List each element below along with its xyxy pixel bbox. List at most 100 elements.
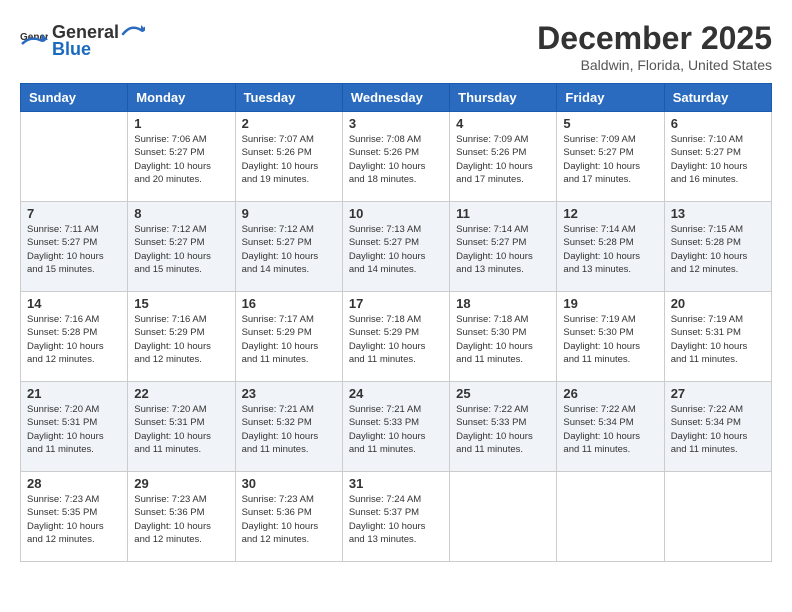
day-info: Sunrise: 7:09 AMSunset: 5:26 PMDaylight:… xyxy=(456,133,550,186)
day-header-sunday: Sunday xyxy=(21,84,128,112)
calendar-cell: 23 Sunrise: 7:21 AMSunset: 5:32 PMDayligh… xyxy=(235,382,342,472)
calendar-cell: 4 Sunrise: 7:09 AMSunset: 5:26 PMDaylight… xyxy=(450,112,557,202)
calendar-cell xyxy=(450,472,557,562)
day-info: Sunrise: 7:14 AMSunset: 5:28 PMDaylight:… xyxy=(563,223,657,276)
day-number: 25 xyxy=(456,386,550,401)
day-header-friday: Friday xyxy=(557,84,664,112)
day-info: Sunrise: 7:09 AMSunset: 5:27 PMDaylight:… xyxy=(563,133,657,186)
day-info: Sunrise: 7:14 AMSunset: 5:27 PMDaylight:… xyxy=(456,223,550,276)
day-header-monday: Monday xyxy=(128,84,235,112)
calendar-cell: 9Sunrise: 7:12 AMSunset: 5:27 PMDaylight… xyxy=(235,202,342,292)
calendar: SundayMondayTuesdayWednesdayThursdayFrid… xyxy=(20,83,772,562)
day-number: 11 xyxy=(456,206,550,221)
day-info: Sunrise: 7:12 AMSunset: 5:27 PMDaylight:… xyxy=(134,223,228,276)
calendar-week-row: 21 Sunrise: 7:20 AMSunset: 5:31 PMDayligh… xyxy=(21,382,772,472)
day-number: 7 xyxy=(27,206,121,221)
calendar-cell: 26 Sunrise: 7:22 AMSunset: 5:34 PMDayligh… xyxy=(557,382,664,472)
day-info: Sunrise: 7:11 AMSunset: 5:27 PMDaylight:… xyxy=(27,223,121,276)
day-info: Sunrise: 7:20 AMSunset: 5:31 PMDaylight:… xyxy=(134,403,228,456)
day-number: 22 xyxy=(134,386,228,401)
calendar-week-row: 1Sunrise: 7:06 AMSunset: 5:27 PMDaylight… xyxy=(21,112,772,202)
calendar-cell: 15Sunrise: 7:16 AMSunset: 5:29 PMDayligh… xyxy=(128,292,235,382)
calendar-cell: 10 Sunrise: 7:13 AMSunset: 5:27 PMDayligh… xyxy=(342,202,449,292)
day-info: Sunrise: 7:16 AMSunset: 5:28 PMDaylight:… xyxy=(27,313,121,366)
day-info: Sunrise: 7:22 AMSunset: 5:34 PMDaylight:… xyxy=(563,403,657,456)
day-number: 28 xyxy=(27,476,121,491)
calendar-cell: 6 Sunrise: 7:10 AMSunset: 5:27 PMDaylight… xyxy=(664,112,771,202)
calendar-cell: 14Sunrise: 7:16 AMSunset: 5:28 PMDayligh… xyxy=(21,292,128,382)
day-number: 1 xyxy=(134,116,228,131)
day-info: Sunrise: 7:23 AMSunset: 5:36 PMDaylight:… xyxy=(242,493,336,546)
day-info: Sunrise: 7:10 AMSunset: 5:27 PMDaylight:… xyxy=(671,133,765,186)
calendar-week-row: 28 Sunrise: 7:23 AMSunset: 5:35 PMDayligh… xyxy=(21,472,772,562)
day-info: Sunrise: 7:18 AMSunset: 5:30 PMDaylight:… xyxy=(456,313,550,366)
calendar-cell xyxy=(557,472,664,562)
day-info: Sunrise: 7:16 AMSunset: 5:29 PMDaylight:… xyxy=(134,313,228,366)
day-info: Sunrise: 7:22 AMSunset: 5:34 PMDaylight:… xyxy=(671,403,765,456)
day-number: 6 xyxy=(671,116,765,131)
day-number: 29 xyxy=(134,476,228,491)
day-number: 4 xyxy=(456,116,550,131)
day-header-saturday: Saturday xyxy=(664,84,771,112)
calendar-cell: 27 Sunrise: 7:22 AMSunset: 5:34 PMDayligh… xyxy=(664,382,771,472)
day-info: Sunrise: 7:22 AMSunset: 5:33 PMDaylight:… xyxy=(456,403,550,456)
day-info: Sunrise: 7:12 AMSunset: 5:27 PMDaylight:… xyxy=(242,223,336,276)
day-number: 19 xyxy=(563,296,657,311)
logo-icon: General xyxy=(20,26,48,54)
day-number: 23 xyxy=(242,386,336,401)
month-title: December 2025 xyxy=(537,20,772,57)
calendar-cell: 31 Sunrise: 7:24 AMSunset: 5:37 PMDayligh… xyxy=(342,472,449,562)
day-info: Sunrise: 7:23 AMSunset: 5:35 PMDaylight:… xyxy=(27,493,121,546)
calendar-cell: 2 Sunrise: 7:07 AMSunset: 5:26 PMDaylight… xyxy=(235,112,342,202)
calendar-cell: 8 Sunrise: 7:12 AMSunset: 5:27 PMDaylight… xyxy=(128,202,235,292)
calendar-cell: 11 Sunrise: 7:14 AMSunset: 5:27 PMDayligh… xyxy=(450,202,557,292)
day-info: Sunrise: 7:07 AMSunset: 5:26 PMDaylight:… xyxy=(242,133,336,186)
calendar-cell: 13Sunrise: 7:15 AMSunset: 5:28 PMDayligh… xyxy=(664,202,771,292)
day-header-wednesday: Wednesday xyxy=(342,84,449,112)
day-number: 16 xyxy=(242,296,336,311)
day-number: 10 xyxy=(349,206,443,221)
day-number: 20 xyxy=(671,296,765,311)
day-number: 3 xyxy=(349,116,443,131)
day-number: 2 xyxy=(242,116,336,131)
day-number: 8 xyxy=(134,206,228,221)
title-area: December 2025 Baldwin, Florida, United S… xyxy=(537,20,772,73)
day-number: 31 xyxy=(349,476,443,491)
day-info: Sunrise: 7:20 AMSunset: 5:31 PMDaylight:… xyxy=(27,403,121,456)
calendar-cell: 7 Sunrise: 7:11 AMSunset: 5:27 PMDaylight… xyxy=(21,202,128,292)
day-number: 27 xyxy=(671,386,765,401)
calendar-cell: 29 Sunrise: 7:23 AMSunset: 5:36 PMDayligh… xyxy=(128,472,235,562)
day-info: Sunrise: 7:18 AMSunset: 5:29 PMDaylight:… xyxy=(349,313,443,366)
calendar-cell: 30Sunrise: 7:23 AMSunset: 5:36 PMDayligh… xyxy=(235,472,342,562)
calendar-week-row: 14Sunrise: 7:16 AMSunset: 5:28 PMDayligh… xyxy=(21,292,772,382)
calendar-cell: 21 Sunrise: 7:20 AMSunset: 5:31 PMDayligh… xyxy=(21,382,128,472)
day-number: 13 xyxy=(671,206,765,221)
day-info: Sunrise: 7:13 AMSunset: 5:27 PMDaylight:… xyxy=(349,223,443,276)
day-info: Sunrise: 7:24 AMSunset: 5:37 PMDaylight:… xyxy=(349,493,443,546)
day-number: 17 xyxy=(349,296,443,311)
day-number: 18 xyxy=(456,296,550,311)
calendar-cell: 19 Sunrise: 7:19 AMSunset: 5:30 PMDayligh… xyxy=(557,292,664,382)
day-info: Sunrise: 7:19 AMSunset: 5:31 PMDaylight:… xyxy=(671,313,765,366)
day-info: Sunrise: 7:23 AMSunset: 5:36 PMDaylight:… xyxy=(134,493,228,546)
calendar-cell: 12 Sunrise: 7:14 AMSunset: 5:28 PMDayligh… xyxy=(557,202,664,292)
day-info: Sunrise: 7:08 AMSunset: 5:26 PMDaylight:… xyxy=(349,133,443,186)
calendar-cell: 25 Sunrise: 7:22 AMSunset: 5:33 PMDayligh… xyxy=(450,382,557,472)
calendar-cell: 18 Sunrise: 7:18 AMSunset: 5:30 PMDayligh… xyxy=(450,292,557,382)
calendar-cell xyxy=(664,472,771,562)
calendar-cell xyxy=(21,112,128,202)
day-info: Sunrise: 7:21 AMSunset: 5:33 PMDaylight:… xyxy=(349,403,443,456)
calendar-cell: 17 Sunrise: 7:18 AMSunset: 5:29 PMDayligh… xyxy=(342,292,449,382)
calendar-cell: 22 Sunrise: 7:20 AMSunset: 5:31 PMDayligh… xyxy=(128,382,235,472)
calendar-cell: 16 Sunrise: 7:17 AMSunset: 5:29 PMDayligh… xyxy=(235,292,342,382)
day-number: 26 xyxy=(563,386,657,401)
day-info: Sunrise: 7:21 AMSunset: 5:32 PMDaylight:… xyxy=(242,403,336,456)
calendar-cell: 3 Sunrise: 7:08 AMSunset: 5:26 PMDaylight… xyxy=(342,112,449,202)
day-number: 21 xyxy=(27,386,121,401)
day-info: Sunrise: 7:17 AMSunset: 5:29 PMDaylight:… xyxy=(242,313,336,366)
header: General General Blue December 2025 Baldw… xyxy=(20,20,772,73)
logo: General General Blue xyxy=(20,20,145,60)
location-title: Baldwin, Florida, United States xyxy=(537,57,772,73)
day-info: Sunrise: 7:19 AMSunset: 5:30 PMDaylight:… xyxy=(563,313,657,366)
day-number: 12 xyxy=(563,206,657,221)
